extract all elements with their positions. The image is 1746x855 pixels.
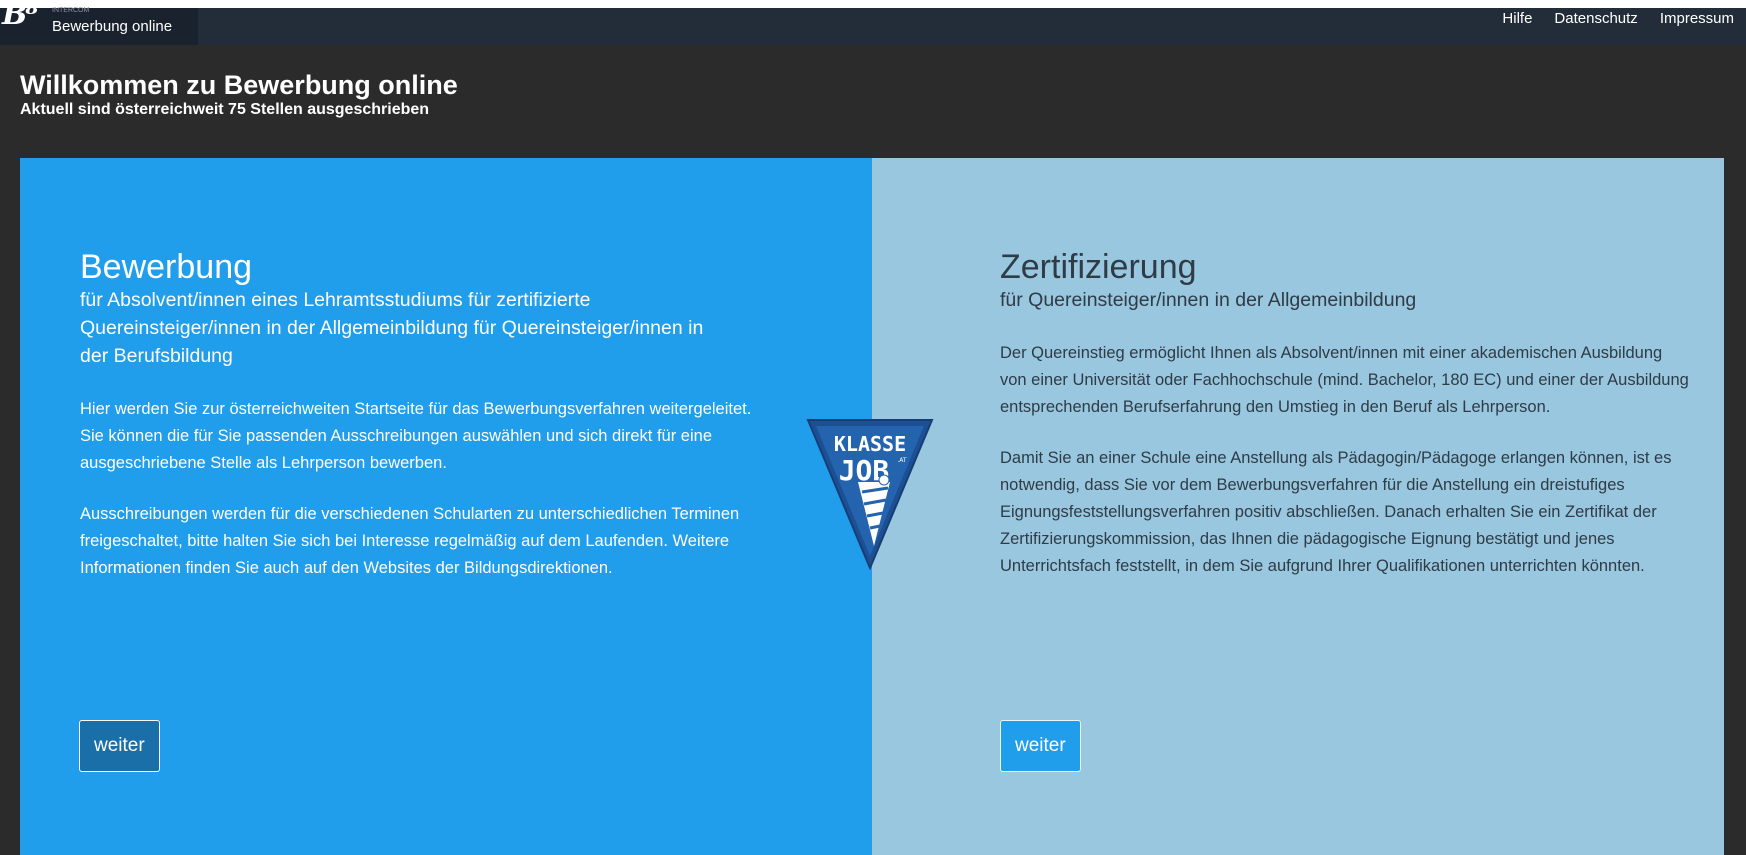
top-navbar: B⁸ INTERCOM Bewerbung online Hilfe Daten… xyxy=(0,0,1746,45)
brand[interactable]: B⁸ INTERCOM Bewerbung online xyxy=(0,0,198,45)
zertifizierung-subtitle: für Quereinsteiger/innen in der Allgemei… xyxy=(1000,289,1417,311)
bewerbung-paragraph-1: Hier werden Sie zur österreichweiten Sta… xyxy=(80,400,752,472)
zertifizierung-weiter-button[interactable]: weiter xyxy=(1000,720,1081,772)
brand-small-label: INTERCOM xyxy=(52,7,90,14)
nav-link-hilfe[interactable]: Hilfe xyxy=(1502,8,1532,30)
nav-links: Hilfe Datenschutz Impressum xyxy=(1502,8,1734,30)
bewerbung-weiter-button[interactable]: weiter xyxy=(79,720,160,772)
bewerbung-subtitle: für Absolvent/innen eines Lehramtsstudiu… xyxy=(80,289,704,367)
zertifizierung-paragraph-1: Der Quereinstieg ermöglicht Ihnen als Ab… xyxy=(1000,344,1689,416)
page-subtitle: Aktuell sind österreichweit 75 Stellen a… xyxy=(20,101,430,118)
emblem-suffix: .AT xyxy=(897,457,907,464)
zertifizierung-panel: Zertifizierung für Quereinsteiger/innen … xyxy=(872,158,1724,855)
hero: Willkommen zu Bewerbung online Aktuell s… xyxy=(20,70,458,120)
top-edge xyxy=(0,0,1746,8)
klasse-job-emblem: KLASSE JOB .AT xyxy=(806,419,934,570)
bewerbung-paragraph-2: Ausschreibungen werden für die verschied… xyxy=(80,505,740,577)
brand-title: Bewerbung online xyxy=(52,18,173,35)
zertifizierung-title: Zertifizierung xyxy=(1000,248,1197,286)
bewerbung-content: Bewerbung für Absolvent/innen eines Lehr… xyxy=(80,248,760,582)
brand-logo: B⁸ xyxy=(2,0,38,32)
nav-link-datenschutz[interactable]: Datenschutz xyxy=(1554,8,1637,30)
bewerbung-title: Bewerbung xyxy=(80,248,253,286)
zertifizierung-paragraph-2: Damit Sie an einer Schule eine Anstellun… xyxy=(1000,449,1672,575)
emblem-line-1: KLASSE xyxy=(834,432,906,456)
zertifizierung-content: Zertifizierung für Quereinsteiger/innen … xyxy=(1000,248,1690,580)
nav-link-impressum[interactable]: Impressum xyxy=(1660,8,1734,30)
page-title: Willkommen zu Bewerbung online xyxy=(20,70,458,100)
bewerbung-panel: Bewerbung für Absolvent/innen eines Lehr… xyxy=(20,158,872,855)
